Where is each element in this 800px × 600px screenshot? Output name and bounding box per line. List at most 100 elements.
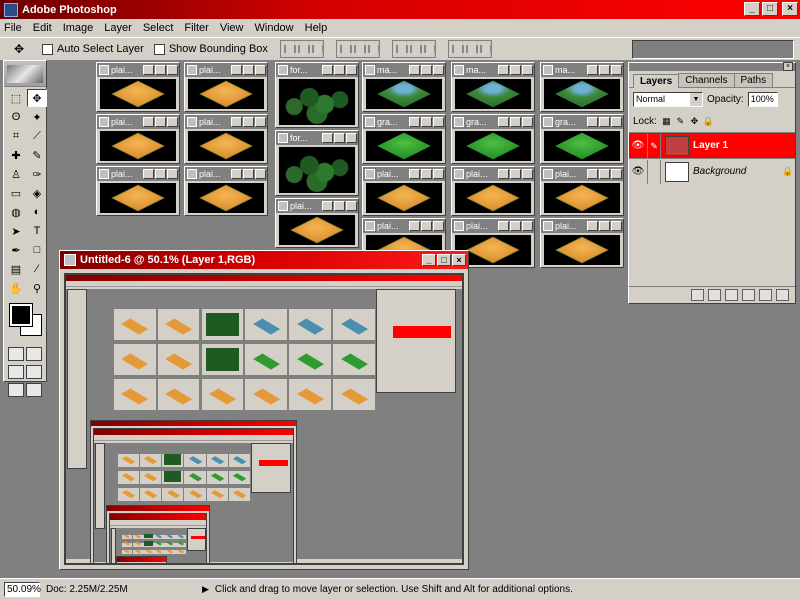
tile-close-button[interactable] (167, 65, 178, 75)
tile-maximize-button[interactable] (243, 117, 254, 127)
magic-wand-icon[interactable]: ✦ (27, 108, 47, 126)
new-set-icon[interactable] (725, 289, 738, 301)
align-buttons-1[interactable] (279, 40, 324, 58)
tile-document-title-bar[interactable]: plai... (541, 167, 623, 181)
menu-select[interactable]: Select (143, 22, 174, 34)
maximize-button[interactable]: □ (762, 2, 778, 16)
tile-maximize-button[interactable] (421, 65, 432, 75)
clone-stamp-icon[interactable]: ♙ (6, 165, 26, 183)
tile-document-window[interactable]: gra... (362, 114, 446, 164)
tile-document-title-bar[interactable]: plai... (97, 167, 179, 181)
tile-close-button[interactable] (611, 169, 622, 179)
tile-maximize-button[interactable] (510, 221, 521, 231)
tile-maximize-button[interactable] (155, 65, 166, 75)
document-canvas[interactable] (64, 273, 464, 565)
menu-edit[interactable]: Edit (33, 22, 52, 34)
tile-minimize-button[interactable] (498, 169, 509, 179)
tile-minimize-button[interactable] (498, 221, 509, 231)
eyedropper-icon[interactable]: ⁄ (27, 260, 47, 278)
zoom-icon[interactable]: ⚲ (27, 279, 47, 297)
history-brush-icon[interactable]: ✑ (27, 165, 47, 183)
tile-document-title-bar[interactable]: plai... (185, 167, 267, 181)
tab-channels[interactable]: Channels (678, 73, 735, 87)
tile-maximize-button[interactable] (510, 65, 521, 75)
tile-document-title-bar[interactable]: plai... (276, 199, 358, 213)
add-mask-icon[interactable] (708, 289, 721, 301)
tile-document-window[interactable]: plai... (96, 166, 180, 216)
tile-document-window[interactable]: plai... (451, 166, 535, 216)
bounding-box-checkbox[interactable] (153, 43, 165, 55)
screen-mode-standard[interactable] (8, 365, 24, 379)
slice-icon[interactable]: ⟋ (27, 127, 47, 145)
tile-document-title-bar[interactable]: plai... (185, 63, 267, 77)
crop-icon[interactable]: ⌗ (6, 127, 26, 145)
tile-minimize-button[interactable] (409, 169, 420, 179)
tile-close-button[interactable] (522, 221, 533, 231)
tile-document-title-bar[interactable]: plai... (541, 219, 623, 233)
menu-help[interactable]: Help (305, 22, 328, 34)
tile-document-window[interactable]: plai... (184, 114, 268, 164)
tile-close-button[interactable] (433, 169, 444, 179)
screen-mode-full-menu[interactable] (26, 365, 42, 379)
tile-document-window[interactable]: plai... (362, 166, 446, 216)
paint-bucket-icon[interactable]: ◈ (27, 184, 47, 202)
tile-maximize-button[interactable] (243, 65, 254, 75)
tile-minimize-button[interactable] (322, 133, 333, 143)
distribute-buttons-1[interactable] (391, 40, 436, 58)
tile-close-button[interactable] (522, 169, 533, 179)
tile-close-button[interactable] (255, 117, 266, 127)
tile-maximize-button[interactable] (421, 117, 432, 127)
menu-layer[interactable]: Layer (104, 22, 132, 34)
tile-document-title-bar[interactable]: plai... (452, 167, 534, 181)
tile-minimize-button[interactable] (231, 65, 242, 75)
tile-minimize-button[interactable] (587, 117, 598, 127)
tile-document-title-bar[interactable]: plai... (97, 115, 179, 129)
blur-icon[interactable]: ◍ (6, 203, 26, 221)
menu-view[interactable]: View (220, 22, 244, 34)
tile-minimize-button[interactable] (498, 117, 509, 127)
hand-icon[interactable]: ✋ (6, 279, 26, 297)
tile-close-button[interactable] (346, 201, 357, 211)
brush-link-icon[interactable]: ✎ (647, 133, 661, 158)
tile-document-window[interactable]: plai... (540, 166, 624, 216)
tile-document-window[interactable]: plai... (540, 218, 624, 268)
notes-icon[interactable]: ▤ (6, 260, 26, 278)
move-tool-icon[interactable]: ✥ (27, 89, 47, 107)
brush-link-slot[interactable] (647, 159, 661, 184)
eye-icon[interactable]: 👁 (629, 140, 647, 151)
tile-document-title-bar[interactable]: plai... (97, 63, 179, 77)
tile-minimize-button[interactable] (587, 169, 598, 179)
tile-close-button[interactable] (167, 117, 178, 127)
tile-document-title-bar[interactable]: for... (276, 131, 358, 145)
new-layer-icon[interactable] (759, 289, 772, 301)
distribute-buttons-2[interactable] (447, 40, 492, 58)
tile-maximize-button[interactable] (334, 133, 345, 143)
tile-document-window[interactable]: plai... (184, 62, 268, 112)
tile-close-button[interactable] (433, 65, 444, 75)
tile-document-title-bar[interactable]: ma... (452, 63, 534, 77)
tile-minimize-button[interactable] (322, 201, 333, 211)
tile-close-button[interactable] (433, 221, 444, 231)
tile-maximize-button[interactable] (510, 169, 521, 179)
tile-close-button[interactable] (433, 117, 444, 127)
tile-document-title-bar[interactable]: plai... (363, 167, 445, 181)
new-adjustment-icon[interactable] (742, 289, 755, 301)
tile-document-window[interactable]: plai... (96, 62, 180, 112)
tile-document-title-bar[interactable]: plai... (185, 115, 267, 129)
tile-close-button[interactable] (522, 117, 533, 127)
tile-minimize-button[interactable] (498, 65, 509, 75)
tile-minimize-button[interactable] (409, 117, 420, 127)
lock-all-icon[interactable]: 🔒 (703, 116, 714, 127)
align-buttons-2[interactable] (335, 40, 380, 58)
add-style-icon[interactable] (691, 289, 704, 301)
tile-document-window[interactable]: plai... (96, 114, 180, 164)
tile-document-title-bar[interactable]: plai... (452, 219, 534, 233)
tile-close-button[interactable] (346, 133, 357, 143)
tile-maximize-button[interactable] (421, 169, 432, 179)
layer-row-layer1[interactable]: 👁 ✎ Layer 1 (629, 132, 795, 158)
tab-paths[interactable]: Paths (733, 73, 774, 87)
healing-brush-icon[interactable]: ✚ (6, 146, 26, 164)
blend-mode-select[interactable]: Normal (633, 91, 703, 107)
tile-minimize-button[interactable] (409, 65, 420, 75)
tile-document-title-bar[interactable]: gra... (363, 115, 445, 129)
